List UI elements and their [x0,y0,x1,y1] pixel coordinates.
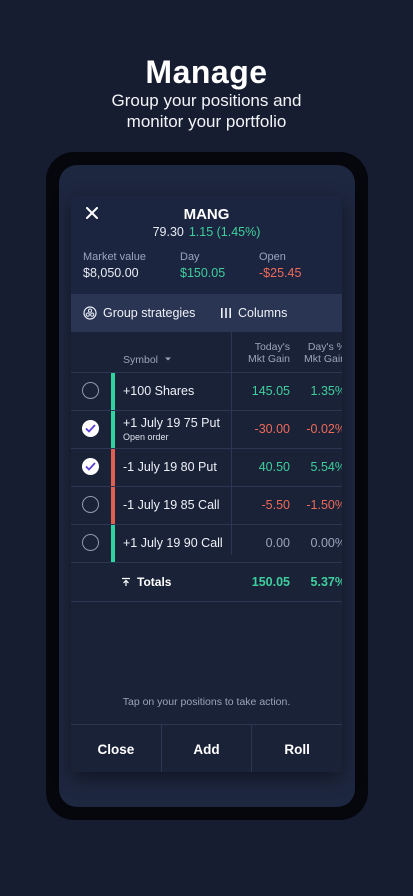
position-side-bar [111,411,115,448]
todays-gain-value: -5.50 [261,498,291,512]
stat-open: Open -$25.45 [259,251,301,280]
columns-button[interactable]: Columns [220,294,287,332]
quote-line: 79.30 1.15 (1.45%) [71,225,342,239]
days-pct-value: 1.35% [310,384,342,398]
days-pct-header-line-1: Day's % [307,341,342,353]
position-name: +100 Shares [123,384,195,398]
position-row[interactable]: -1 July 19 80 Put 40.50 5.54% [71,449,342,487]
select-radio[interactable] [82,534,99,551]
days-pct-header-line-2: Mkt Gain [303,353,342,365]
position-side-bar [111,449,115,486]
position-status: Open order [123,432,169,442]
totals-text: Totals [137,575,172,589]
totals-todays-gain: 150.05 [251,575,290,589]
todays-gain-header-line-2: Mkt Gain [247,353,290,365]
stat-day: Day $150.05 [180,251,225,280]
position-name: -1 July 19 80 Put [123,460,217,474]
position-side-bar [111,487,115,524]
roll-button[interactable]: Roll [251,725,342,772]
add-button[interactable]: Add [160,725,252,772]
select-radio-checked[interactable] [82,458,99,475]
todays-gain-value: 0.00 [265,536,290,550]
symbol-column-label: Symbol [123,354,159,366]
stat-label: Market value [83,251,146,263]
group-strategies-icon [83,306,97,320]
columns-label: Columns [238,306,288,320]
days-pct-header[interactable]: Day's % Mkt Gain [304,341,342,365]
hint-text: Tap on your positions to take action. [122,696,291,708]
stat-value: $150.05 [180,266,226,280]
close-button[interactable]: Close [71,725,161,772]
days-pct-value: -1.50% [306,498,342,512]
modal-header: MANG 79.30 1.15 (1.45%) Market value $8,0… [71,196,342,294]
hero-subtitle-line-2: monitor your portfolio [126,112,287,131]
action-footer: Close Add Roll [71,724,342,772]
select-radio[interactable] [82,496,99,513]
stat-market-value: Market value $8,050.00 [83,251,146,280]
sort-caret-icon [164,357,171,361]
position-row[interactable]: +1 July 19 90 Call 0.00 0.00% [71,525,342,563]
todays-gain-header-line-1: Today's [254,341,290,353]
position-row[interactable]: +1 July 19 75 Put Open order -30.00 -0.0… [71,411,342,449]
days-pct-value: 5.54% [310,460,342,474]
symbol-column-header[interactable]: Symbol [123,354,172,366]
stat-label: Open [259,251,286,263]
days-pct-value: -0.02% [306,422,342,436]
todays-gain-value: 40.50 [258,460,290,474]
toolbar: Group strategies Columns [71,294,342,332]
todays-gain-value: -30.00 [254,422,290,436]
position-row[interactable]: +100 Shares 145.05 1.35% [71,373,342,411]
group-strategies-button[interactable]: Group strategies [83,294,195,332]
stat-value: $8,050.00 [83,266,139,280]
todays-gain-header[interactable]: Today's Mkt Gain [248,341,290,365]
hero-subtitle: Group your positions and monitor your po… [0,90,413,132]
position-side-bar [111,525,115,562]
select-radio-checked[interactable] [82,420,99,437]
position-name: +1 July 19 75 Put [123,416,220,430]
position-side-bar [111,373,115,410]
select-radio[interactable] [82,382,99,399]
stat-label: Day [180,251,200,263]
group-strategies-label: Group strategies [103,306,196,320]
columns-icon [221,308,231,318]
price-change: 1.15 (1.45%) [188,225,261,239]
collapse-up-icon [122,577,130,586]
positions-table: Symbol Today's Mkt Gain Day's % Mkt Gain… [71,332,342,602]
stat-value: -$25.45 [259,266,302,280]
position-name: -1 July 19 85 Call [123,498,220,512]
position-row[interactable]: -1 July 19 85 Call -5.50 -1.50% [71,487,342,525]
todays-gain-value: 145.05 [251,384,290,398]
symbol-title: MANG [183,206,230,223]
last-price: 79.30 [152,225,184,239]
totals-row: Totals 150.05 5.37% [71,563,342,602]
table-header: Symbol Today's Mkt Gain Day's % Mkt Gain [71,332,342,373]
position-name: +1 July 19 90 Call [123,536,223,550]
hero-title: Manage [145,54,268,90]
hero-subtitle-line-1: Group your positions and [111,91,302,110]
totals-days-pct: 5.37% [310,575,342,589]
days-pct-value: 0.00% [310,536,342,550]
positions-modal: MANG 79.30 1.15 (1.45%) Market value $8,0… [71,196,342,772]
checkmark-icon [85,424,96,433]
checkmark-icon [85,462,96,471]
totals-label: Totals [121,575,171,589]
